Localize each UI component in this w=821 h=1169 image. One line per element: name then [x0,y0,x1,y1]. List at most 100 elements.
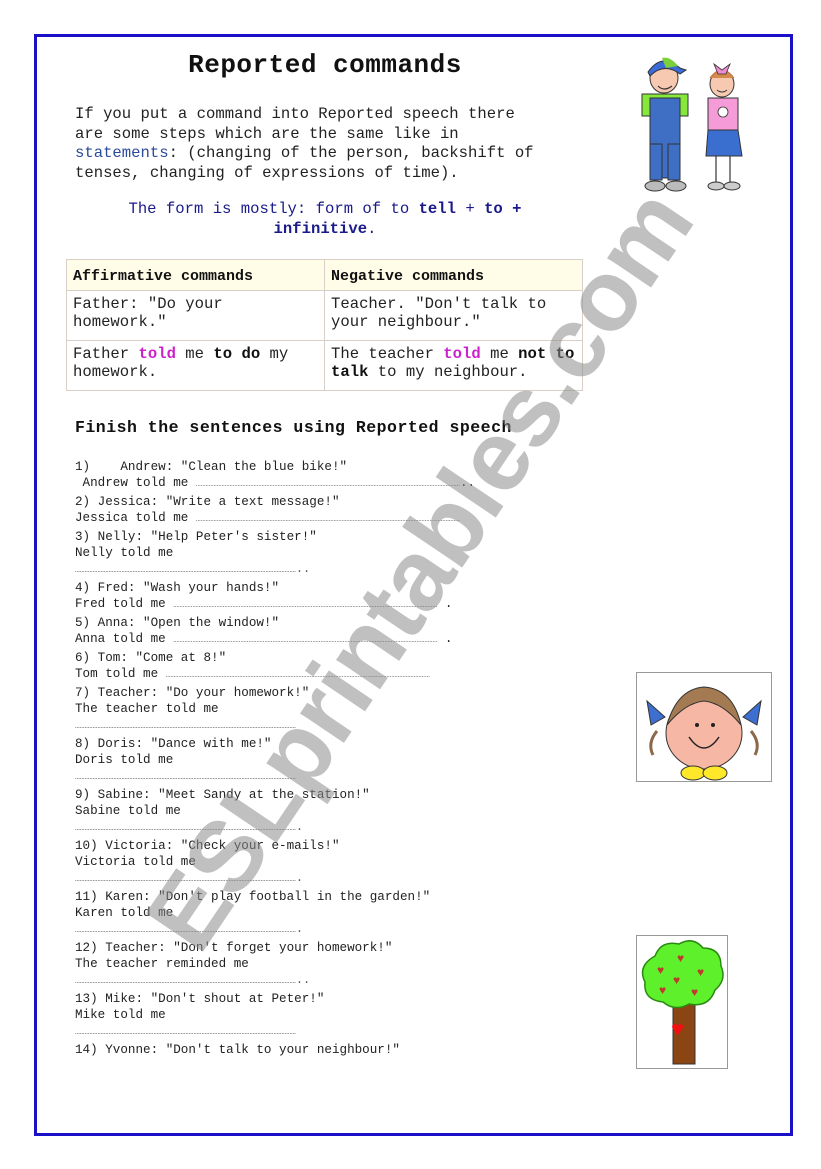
answer-lead: Andrew told me [75,476,196,490]
text: The teacher [331,345,444,363]
cell-affirmative-example: Father: "Do your homework." [66,290,325,341]
told-highlight: told [138,345,176,363]
text: me [480,345,519,363]
exercise-item: 8) Doris: "Dance with me!" Doris told me…… [75,736,595,787]
exercise-prompt: 1) Andrew: "Clean the blue bike!" [75,460,348,474]
answer-end: . [437,597,453,611]
exercise-answer-line[interactable]: Andrew told me …………………………………………………………………… [75,475,595,491]
heart-icon: ♥ [677,952,684,966]
exercise-item: 6) Tom: "Come at 8!" Tom told me ……………………… [75,650,595,685]
intro-line: tenses, changing of expressions of time)… [75,163,459,182]
answer-end: .. [295,973,311,987]
intro-line: statements: (changing of the person, bac… [75,144,585,164]
girl-face-icon [646,686,762,781]
kids-clipart-icon [641,57,743,192]
answer-blank[interactable]: …………………………………………………………………………………………………………… [196,480,460,489]
table-row: Father: "Do your homework." Teacher. "Do… [66,290,583,341]
answer-blank[interactable]: …………………………………………………………………………………………………………… [75,768,595,784]
answer-lead: Tom told me [75,667,166,681]
answer-lead: Doris told me [75,753,174,767]
answer-blank[interactable]: …………………………………………………………………………………………………………… [75,1023,595,1039]
exercise-answer-line[interactable]: Sabine told me [75,803,595,819]
answer-blank[interactable]: …………………………………………………………………………………………………………… [173,601,437,610]
table-row: Father told me to do my homework. The te… [66,340,583,391]
exercise-answer-line[interactable]: Karen told me [75,905,595,921]
exercise-item: 7) Teacher: "Do your homework!" The teach… [75,685,595,736]
infinitive-bold: to do [213,345,261,363]
answer-blank[interactable]: …………………………………………………………………………………………………………… [75,717,595,733]
intro-line: are some steps which are the same like i… [75,124,459,143]
exercise-answer-line[interactable]: The teacher reminded me [75,956,595,972]
answer-lead: Anna told me [75,632,174,646]
answer-lead: Nelly told me [75,546,174,560]
heart-icon: ♥ [657,964,664,978]
form-rule: The form is mostly: form of to tell + to… [70,200,580,239]
intro-line: If you put a command into Reported speec… [75,105,515,123]
answer-lead: Karen told me [75,906,174,920]
intro-paragraph: If you put a command into Reported speec… [75,105,585,183]
exercise-answer-line[interactable]: Anna told me ………………………………………………………………………… [75,631,595,647]
page-title: Reported commands [188,50,462,80]
answer-lead: Jessica told me [75,511,196,525]
form-end: . [367,219,377,238]
answer-lead: Mike told me [75,1008,166,1022]
exercise-prompt: 14) Yvonne: "Don't talk to your neighbou… [75,1043,400,1057]
header-affirmative: Affirmative commands [66,259,325,291]
exercise-prompt: 4) Fred: "Wash your hands!" [75,581,280,595]
heart-icon: ♥ [691,986,698,1000]
exercise-prompt: 2) Jessica: "Write a text message!" [75,495,340,509]
answer-end: .. [459,476,476,490]
exercise-prompt: 9) Sabine: "Meet Sandy at the station!" [75,788,370,802]
exercise-answer-line[interactable]: Tom told me …………………………………………………………………………… [75,666,595,682]
intro-text: : (changing of the person, backshift of [168,144,534,162]
exercise-item: 5) Anna: "Open the window!" Anna told me … [75,615,595,650]
exercise-answer-line[interactable]: The teacher told me [75,701,595,717]
answer-blank[interactable]: …………………………………………………………………………………………………………… [75,561,595,577]
answer-end: . [295,820,304,834]
form-prefix: The form is mostly: form of to [128,200,419,218]
exercise-item: 1) Andrew: "Clean the blue bike!" Andrew… [75,459,595,494]
exercise-prompt: 3) Nelly: "Help Peter's sister!" [75,530,317,544]
exercise-item: 14) Yvonne: "Don't talk to your neighbou… [75,1042,595,1061]
answer-blank[interactable]: …………………………………………………………………………………………………………… [75,870,595,886]
exercise-answer-line[interactable]: Doris told me [75,752,595,768]
exercise-prompt: 12) Teacher: "Don't forget your homework… [75,941,393,955]
answer-blank[interactable]: …………………………………………………………………………………………………………… [75,921,595,937]
exercise-item: 10) Victoria: "Check your e-mails!" Victo… [75,838,595,889]
answer-lead: The teacher told me [75,702,219,716]
exercise-prompt: 5) Anna: "Open the window!" [75,616,280,630]
answer-blank[interactable]: …………………………………………………………………………………………………………… [196,515,460,524]
answer-lead: The teacher reminded me [75,957,249,971]
form-plus: + [456,200,485,218]
exercise-answer-line[interactable]: Victoria told me [75,854,595,870]
exercise-title: Finish the sentences using Reported spee… [75,418,512,437]
cell-negative-example: Teacher. "Don't talk to your neighbour." [324,290,583,341]
statements-link[interactable]: statements [75,144,169,162]
exercise-answer-line[interactable]: Jessica told me ………………………………………………………………… [75,510,595,526]
exercise-answer-line[interactable]: Nelly told me [75,545,595,561]
text: Father [73,345,139,363]
text: me [175,345,214,363]
answer-blank[interactable]: …………………………………………………………………………………………………………… [75,819,595,835]
commands-table: Affirmative commands Negative commands F… [66,259,583,391]
answer-blank[interactable]: …………………………………………………………………………………………………………… [173,636,437,645]
exercise-answer-line[interactable]: Fred told me ………………………………………………………………………… [75,596,595,612]
form-infinitive: infinitive [273,219,368,238]
text: to my neighbour. [368,363,528,381]
exercise-item: 3) Nelly: "Help Peter's sister!" Nelly to… [75,529,595,580]
form-to: to + [484,200,522,218]
cell-affirmative-reported: Father told me to do my homework. [66,340,325,391]
exercise-item: 11) Karen: "Don't play football in the g… [75,889,595,940]
answer-lead: Victoria told me [75,855,196,869]
exercise-prompt: 13) Mike: "Don't shout at Peter!" [75,992,325,1006]
answer-lead: Sabine told me [75,804,181,818]
answer-blank[interactable]: …………………………………………………………………………………………………………… [75,972,595,988]
exercise-answer-line[interactable]: Mike told me [75,1007,595,1023]
answer-blank[interactable]: …………………………………………………………………………………………………………… [166,671,430,680]
exercise-item: 4) Fred: "Wash your hands!" Fred told me … [75,580,595,615]
exercise-prompt: 7) Teacher: "Do your homework!" [75,686,310,700]
exercise-prompt: 11) Karen: "Don't play football in the g… [75,890,431,904]
heart-icon: ♥ [671,1018,684,1043]
told-highlight: told [443,345,481,363]
cell-negative-reported: The teacher told me not to talk to my ne… [324,340,583,391]
